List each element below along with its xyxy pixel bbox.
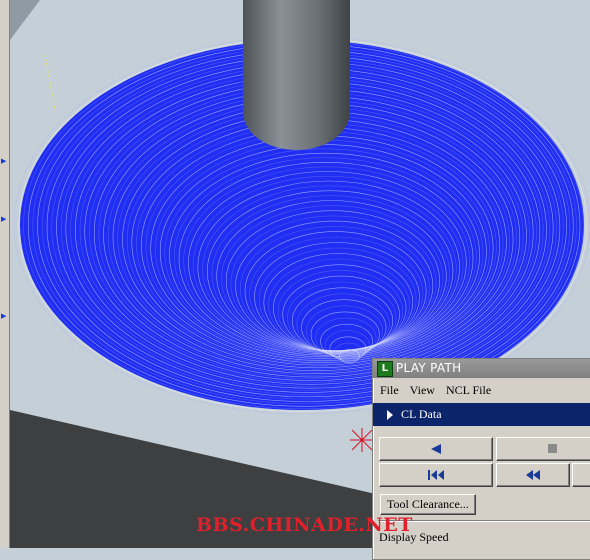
- stop-button[interactable]: [496, 437, 590, 461]
- step-back-button[interactable]: [496, 463, 570, 487]
- expand-arrow-icon[interactable]: ▶: [1, 216, 6, 223]
- menu-file[interactable]: File: [380, 383, 399, 398]
- rewind-to-start-button[interactable]: [379, 463, 493, 487]
- expand-arrow-icon: [387, 409, 393, 420]
- play-reverse-icon: [431, 444, 441, 454]
- cl-data-label: CL Data: [401, 407, 442, 421]
- step-back-icon: [526, 470, 540, 480]
- play-reverse-button[interactable]: [379, 437, 493, 461]
- menu-bar: File View NCL File: [373, 378, 590, 402]
- watermark-text: BBS.CHINADE.NET: [196, 514, 413, 536]
- stop-icon: [548, 444, 557, 453]
- cutting-tool: [243, 0, 350, 150]
- cl-data-row[interactable]: CL Data: [373, 403, 590, 426]
- panel-title-bar[interactable]: L PLAY PATH: [373, 359, 590, 378]
- tool-clearance-button[interactable]: Tool Clearance...: [380, 494, 476, 515]
- rewind-to-start-icon: [428, 470, 444, 480]
- left-toolbar-strip: ▶ ▶ ▶: [0, 0, 10, 548]
- app-icon: L: [377, 361, 393, 377]
- next-button[interactable]: [572, 463, 590, 487]
- expand-arrow-icon[interactable]: ▶: [1, 158, 6, 165]
- expand-arrow-icon[interactable]: ▶: [1, 313, 6, 320]
- panel-title: PLAY PATH: [396, 361, 462, 375]
- menu-view[interactable]: View: [410, 383, 435, 398]
- menu-ncl-file[interactable]: NCL File: [446, 383, 491, 398]
